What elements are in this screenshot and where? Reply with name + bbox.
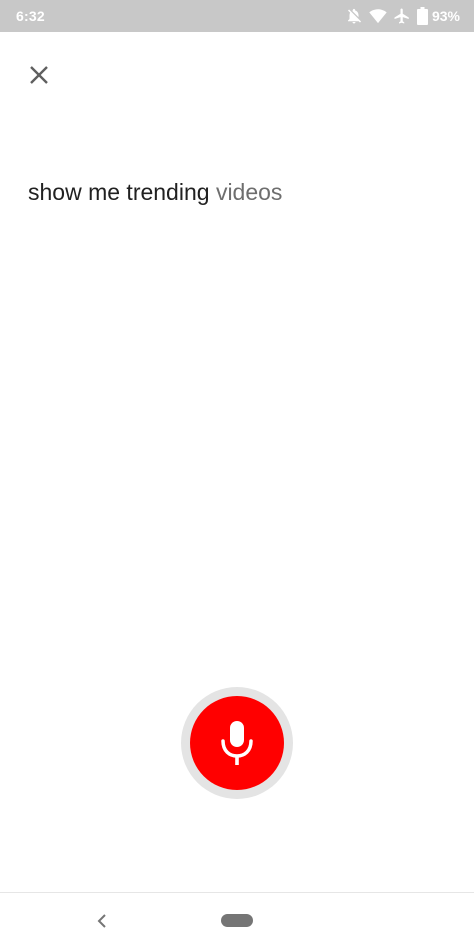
status-icons: 93%	[339, 7, 460, 25]
microphone-icon	[221, 721, 253, 765]
transcript-final-text: show me trending	[28, 179, 210, 205]
back-icon	[97, 914, 106, 928]
voice-transcript: show me trending videos	[28, 178, 282, 206]
mic-button[interactable]	[190, 696, 284, 790]
navigation-bar	[0, 892, 474, 948]
status-bar: 6:32 93%	[0, 0, 474, 32]
close-button[interactable]	[22, 58, 56, 92]
status-time: 6:32	[16, 8, 45, 24]
back-button[interactable]	[92, 909, 112, 933]
home-pill-icon[interactable]	[221, 914, 253, 927]
battery-icon	[416, 7, 428, 25]
battery-percent: 93%	[431, 8, 460, 24]
wifi-icon	[369, 7, 387, 25]
airplane-mode-icon	[393, 7, 411, 25]
transcript-pending-text: videos	[215, 179, 283, 205]
notifications-off-icon	[345, 7, 363, 25]
voice-search-screen: 6:32 93% show me trending videos	[0, 0, 474, 948]
close-icon	[30, 66, 48, 84]
